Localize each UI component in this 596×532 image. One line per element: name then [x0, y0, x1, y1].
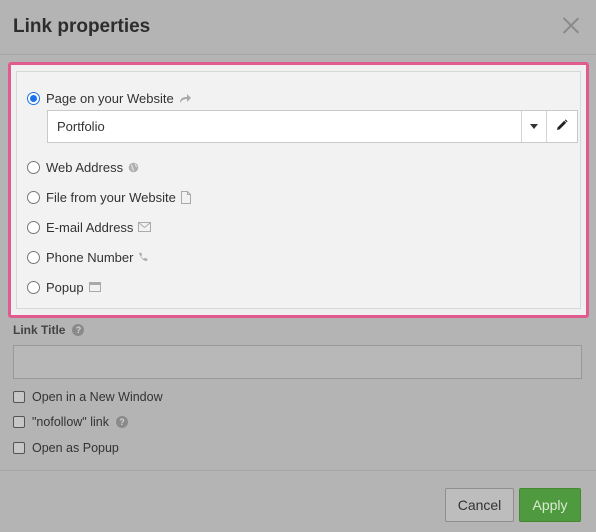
option-file-from-website[interactable]: File from your Website — [27, 188, 191, 206]
phone-icon — [138, 252, 148, 262]
radio-file-from-website[interactable] — [27, 190, 40, 204]
checkbox-label: Open in a New Window — [32, 390, 163, 404]
checkbox-open-as-popup[interactable]: Open as Popup — [13, 440, 119, 456]
checkbox-label: Open as Popup — [32, 441, 119, 455]
cancel-button[interactable]: Cancel — [445, 488, 514, 522]
page-select-dropdown-button[interactable] — [521, 111, 546, 142]
dialog-header: Link properties — [0, 0, 596, 55]
chevron-down-icon — [530, 124, 538, 129]
checkbox-box[interactable] — [13, 416, 25, 428]
help-icon[interactable]: ? — [115, 416, 128, 428]
link-type-panel: Page on your Website Portfolio Web Addre… — [16, 71, 581, 309]
radio-web-address[interactable] — [27, 160, 40, 174]
option-label: E-mail Address — [46, 219, 134, 235]
pencil-icon — [556, 118, 568, 136]
link-title-text: Link Title — [13, 323, 66, 337]
option-phone-number[interactable]: Phone Number — [27, 248, 148, 266]
checkbox-nofollow[interactable]: "nofollow" link ? — [13, 414, 128, 430]
option-label: Popup — [46, 279, 84, 295]
option-web-address[interactable]: Web Address — [27, 158, 139, 176]
option-label: Phone Number — [46, 249, 134, 265]
globe-icon — [128, 162, 139, 173]
file-icon — [180, 190, 191, 204]
link-title-input[interactable] — [13, 345, 582, 379]
checkbox-box[interactable] — [13, 442, 25, 454]
window-icon — [88, 282, 101, 292]
apply-button[interactable]: Apply — [519, 488, 581, 522]
edit-page-button[interactable] — [546, 111, 577, 142]
radio-email-address[interactable] — [27, 220, 40, 234]
option-label: Page on your Website — [46, 90, 174, 106]
radio-phone-number[interactable] — [27, 250, 40, 264]
checkbox-box[interactable] — [13, 391, 25, 403]
radio-page-on-website[interactable] — [27, 91, 40, 105]
checkbox-open-new-window[interactable]: Open in a New Window — [13, 389, 163, 405]
option-page-on-website[interactable]: Page on your Website — [27, 89, 192, 107]
page-select-value[interactable]: Portfolio — [48, 119, 521, 134]
option-label: Web Address — [46, 159, 124, 175]
share-arrow-icon — [179, 93, 192, 104]
option-email-address[interactable]: E-mail Address — [27, 218, 152, 236]
checkbox-label: "nofollow" link — [32, 415, 109, 429]
dialog-footer: Cancel Apply — [0, 470, 596, 532]
link-type-highlight: Page on your Website Portfolio Web Addre… — [8, 62, 589, 318]
help-icon[interactable]: ? — [72, 324, 85, 336]
link-title-label: Link Title ? — [13, 323, 85, 337]
dialog-title: Link properties — [13, 16, 151, 37]
page-select[interactable]: Portfolio — [47, 110, 578, 143]
envelope-icon — [138, 222, 152, 232]
close-icon[interactable] — [562, 16, 580, 34]
option-label: File from your Website — [46, 189, 176, 205]
option-popup[interactable]: Popup — [27, 278, 101, 296]
link-properties-dialog: Link properties Page on your Website Por… — [0, 0, 596, 532]
radio-popup[interactable] — [27, 280, 40, 294]
